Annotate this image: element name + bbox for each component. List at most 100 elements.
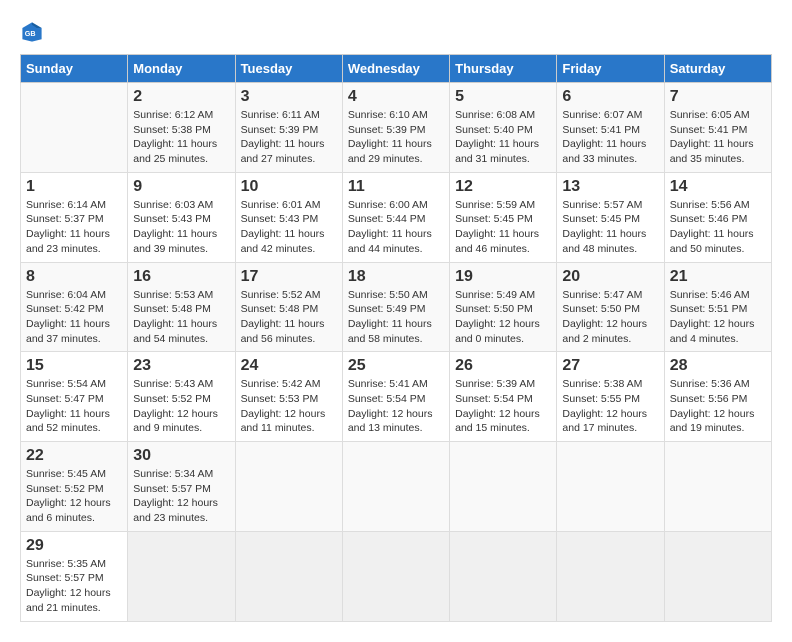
day-number: 9 [133,178,229,196]
day-number: 8 [26,268,122,286]
calendar-week-2: 8 Sunrise: 6:04 AMSunset: 5:42 PMDayligh… [21,262,772,352]
logo: GB [20,20,48,44]
day-number: 29 [26,537,122,555]
day-info: Sunrise: 5:45 AMSunset: 5:52 PMDaylight:… [26,467,122,526]
day-info: Sunrise: 5:47 AMSunset: 5:50 PMDaylight:… [562,288,658,347]
calendar-cell: 22 Sunrise: 5:45 AMSunset: 5:52 PMDaylig… [21,442,128,532]
day-number: 26 [455,357,551,375]
calendar-cell: 6 Sunrise: 6:07 AMSunset: 5:41 PMDayligh… [557,83,664,173]
calendar-cell [235,442,342,532]
day-info: Sunrise: 6:00 AMSunset: 5:44 PMDaylight:… [348,198,444,257]
day-info: Sunrise: 6:05 AMSunset: 5:41 PMDaylight:… [670,108,766,167]
day-number: 22 [26,447,122,465]
calendar-week-5: 29 Sunrise: 5:35 AMSunset: 5:57 PMDaylig… [21,531,772,621]
day-info: Sunrise: 6:14 AMSunset: 5:37 PMDaylight:… [26,198,122,257]
day-info: Sunrise: 5:57 AMSunset: 5:45 PMDaylight:… [562,198,658,257]
calendar-cell [450,531,557,621]
day-info: Sunrise: 6:03 AMSunset: 5:43 PMDaylight:… [133,198,229,257]
calendar-cell: 5 Sunrise: 6:08 AMSunset: 5:40 PMDayligh… [450,83,557,173]
calendar-cell: 7 Sunrise: 6:05 AMSunset: 5:41 PMDayligh… [664,83,771,173]
calendar-cell: 28 Sunrise: 5:36 AMSunset: 5:56 PMDaylig… [664,352,771,442]
day-info: Sunrise: 6:07 AMSunset: 5:41 PMDaylight:… [562,108,658,167]
calendar-week-4: 22 Sunrise: 5:45 AMSunset: 5:52 PMDaylig… [21,442,772,532]
day-number: 13 [562,178,658,196]
calendar-cell [557,442,664,532]
day-info: Sunrise: 5:36 AMSunset: 5:56 PMDaylight:… [670,377,766,436]
day-info: Sunrise: 5:39 AMSunset: 5:54 PMDaylight:… [455,377,551,436]
logo-icon: GB [20,20,44,44]
calendar-cell [128,531,235,621]
calendar-cell: 29 Sunrise: 5:35 AMSunset: 5:57 PMDaylig… [21,531,128,621]
calendar-table: SundayMondayTuesdayWednesdayThursdayFrid… [20,54,772,622]
day-number: 14 [670,178,766,196]
day-info: Sunrise: 5:38 AMSunset: 5:55 PMDaylight:… [562,377,658,436]
calendar-cell [450,442,557,532]
day-number: 15 [26,357,122,375]
calendar-cell [342,442,449,532]
calendar-cell: 12 Sunrise: 5:59 AMSunset: 5:45 PMDaylig… [450,172,557,262]
day-info: Sunrise: 6:01 AMSunset: 5:43 PMDaylight:… [241,198,337,257]
col-header-friday: Friday [557,55,664,83]
day-info: Sunrise: 5:52 AMSunset: 5:48 PMDaylight:… [241,288,337,347]
day-number: 18 [348,268,444,286]
calendar-cell [235,531,342,621]
calendar-cell: 20 Sunrise: 5:47 AMSunset: 5:50 PMDaylig… [557,262,664,352]
day-number: 23 [133,357,229,375]
calendar-cell: 30 Sunrise: 5:34 AMSunset: 5:57 PMDaylig… [128,442,235,532]
day-number: 1 [26,178,122,196]
col-header-wednesday: Wednesday [342,55,449,83]
day-info: Sunrise: 5:53 AMSunset: 5:48 PMDaylight:… [133,288,229,347]
day-info: Sunrise: 6:10 AMSunset: 5:39 PMDaylight:… [348,108,444,167]
calendar-cell: 10 Sunrise: 6:01 AMSunset: 5:43 PMDaylig… [235,172,342,262]
day-info: Sunrise: 5:49 AMSunset: 5:50 PMDaylight:… [455,288,551,347]
day-info: Sunrise: 5:59 AMSunset: 5:45 PMDaylight:… [455,198,551,257]
day-number: 28 [670,357,766,375]
day-number: 11 [348,178,444,196]
day-number: 25 [348,357,444,375]
day-number: 30 [133,447,229,465]
calendar-cell: 21 Sunrise: 5:46 AMSunset: 5:51 PMDaylig… [664,262,771,352]
calendar-cell: 26 Sunrise: 5:39 AMSunset: 5:54 PMDaylig… [450,352,557,442]
calendar-cell: 16 Sunrise: 5:53 AMSunset: 5:48 PMDaylig… [128,262,235,352]
calendar-cell: 2 Sunrise: 6:12 AMSunset: 5:38 PMDayligh… [128,83,235,173]
day-number: 6 [562,88,658,106]
calendar-cell: 4 Sunrise: 6:10 AMSunset: 5:39 PMDayligh… [342,83,449,173]
col-header-tuesday: Tuesday [235,55,342,83]
calendar-cell: 3 Sunrise: 6:11 AMSunset: 5:39 PMDayligh… [235,83,342,173]
day-number: 7 [670,88,766,106]
calendar-cell: 13 Sunrise: 5:57 AMSunset: 5:45 PMDaylig… [557,172,664,262]
day-number: 27 [562,357,658,375]
calendar-week-0: 2 Sunrise: 6:12 AMSunset: 5:38 PMDayligh… [21,83,772,173]
calendar-week-3: 15 Sunrise: 5:54 AMSunset: 5:47 PMDaylig… [21,352,772,442]
day-info: Sunrise: 5:34 AMSunset: 5:57 PMDaylight:… [133,467,229,526]
day-number: 10 [241,178,337,196]
day-number: 16 [133,268,229,286]
calendar-cell: 27 Sunrise: 5:38 AMSunset: 5:55 PMDaylig… [557,352,664,442]
day-number: 2 [133,88,229,106]
calendar-cell: 25 Sunrise: 5:41 AMSunset: 5:54 PMDaylig… [342,352,449,442]
day-number: 21 [670,268,766,286]
day-info: Sunrise: 6:11 AMSunset: 5:39 PMDaylight:… [241,108,337,167]
col-header-monday: Monday [128,55,235,83]
day-info: Sunrise: 5:35 AMSunset: 5:57 PMDaylight:… [26,557,122,616]
calendar-cell: 24 Sunrise: 5:42 AMSunset: 5:53 PMDaylig… [235,352,342,442]
calendar-cell: 18 Sunrise: 5:50 AMSunset: 5:49 PMDaylig… [342,262,449,352]
calendar-cell [21,83,128,173]
day-info: Sunrise: 5:43 AMSunset: 5:52 PMDaylight:… [133,377,229,436]
calendar-cell [557,531,664,621]
svg-text:GB: GB [25,29,36,38]
day-info: Sunrise: 5:46 AMSunset: 5:51 PMDaylight:… [670,288,766,347]
day-number: 19 [455,268,551,286]
calendar-cell: 11 Sunrise: 6:00 AMSunset: 5:44 PMDaylig… [342,172,449,262]
calendar-week-1: 1 Sunrise: 6:14 AMSunset: 5:37 PMDayligh… [21,172,772,262]
header: GB [20,20,772,44]
day-number: 12 [455,178,551,196]
col-header-sunday: Sunday [21,55,128,83]
day-info: Sunrise: 6:08 AMSunset: 5:40 PMDaylight:… [455,108,551,167]
calendar-cell: 1 Sunrise: 6:14 AMSunset: 5:37 PMDayligh… [21,172,128,262]
day-info: Sunrise: 5:54 AMSunset: 5:47 PMDaylight:… [26,377,122,436]
day-number: 17 [241,268,337,286]
day-number: 24 [241,357,337,375]
calendar-cell: 9 Sunrise: 6:03 AMSunset: 5:43 PMDayligh… [128,172,235,262]
day-info: Sunrise: 5:56 AMSunset: 5:46 PMDaylight:… [670,198,766,257]
